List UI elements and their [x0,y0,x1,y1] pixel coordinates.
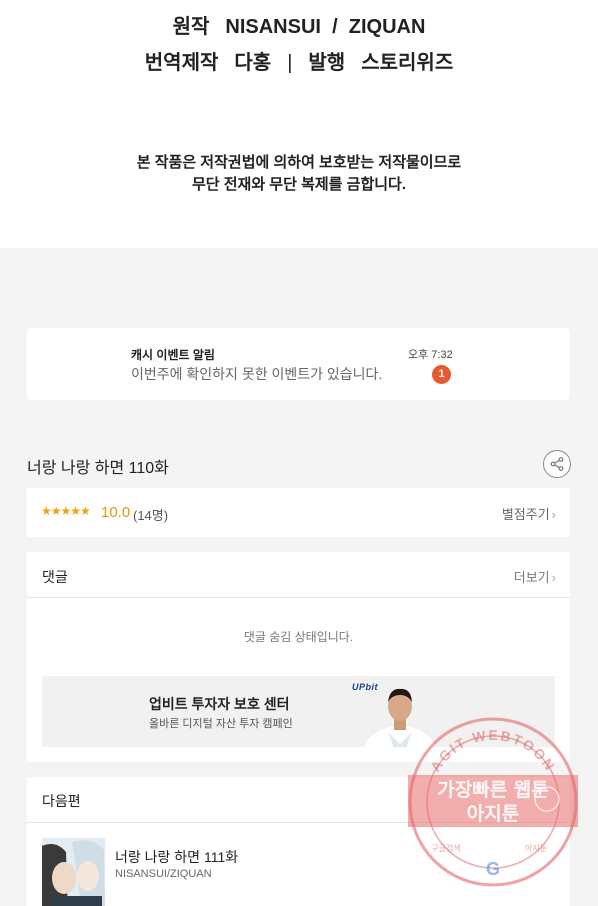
ad-title: 업비트 투자자 보호 센터 [149,696,290,712]
notification-badge: 1 [432,365,451,384]
ad-person-image [364,688,436,747]
notification-message: 이번주에 확인하지 못한 이벤트가 있습니다. [131,366,383,382]
rating-stars: ★★★★★ [41,504,91,518]
publisher-value: 스토리위즈 [361,52,454,74]
original-label: 원작 [172,16,210,38]
comments-hidden-message: 댓글 숨김 상태입니다. [243,630,354,644]
copyright-notice-line1: 본 작품은 저작권법에 의하여 보호받는 저작물이므로 [136,154,462,171]
comments-more-button[interactable]: 더보기 › [514,567,556,586]
rate-label: 별점주기 [501,507,550,522]
upbit-ad-banner[interactable]: 업비트 투자자 보호 센터 올바른 디지털 자산 투자 캠페인 UPbit [42,676,555,747]
copyright-notice-line2: 무단 전재와 무단 복제를 금합니다. [191,176,407,193]
rating-score: 10.0 [101,504,131,521]
share-icon [550,457,564,471]
next-episode-author: NISANSUI/ZIQUAN [115,868,212,880]
next-episode-title[interactable]: 너랑 나랑 하면 111화 [115,847,238,867]
original-value: NISANSUI / ZIQUAN [225,16,426,38]
translation-label: 번역제작 [144,52,219,74]
credit-separator: | [287,52,293,74]
thumbnail-art [42,838,105,906]
chevron-right-icon: › [551,507,556,522]
next-episode-heading: 다음편 [42,793,81,809]
credits-section: 원작 NISANSUI / ZIQUAN 번역제작 다홍 | 발행 스토리위즈 본 작품은… [0,0,598,248]
next-episode-section: 다음편 너랑 나랑 하면 111화 NISANSUI/ZIQUAN [27,777,570,906]
more-label: 더보기 [513,570,550,585]
notification-time: 오후 7:32 [408,349,453,361]
comments-section: 댓글 더보기 › 댓글 숨김 상태입니다. 업비트 투자자 보호 센터 올바른 디… [27,552,570,762]
ad-subtitle: 올바른 디지털 자산 투자 캠페인 [149,718,293,730]
rate-button[interactable]: 별점주기 › [502,504,556,523]
rating-box: ★★★★★ 10.0 (14명) 별점주기 › [27,488,570,537]
episode-title: 너랑 나랑 하면 110화 [27,460,169,477]
translation-value: 다홍 [234,52,272,74]
comments-header: 댓글 더보기 › [27,552,570,598]
rating-count: (14명) [133,508,169,523]
translation-publisher-credit: 번역제작 다홍 | 발행 스토리위즈 [0,46,598,75]
next-episode-thumbnail[interactable] [42,838,105,906]
comments-title: 댓글 [42,569,68,585]
notification-title: 캐시 이벤트 알림 [131,348,215,362]
original-credit: 원작 NISANSUI / ZIQUAN [0,10,598,39]
share-button[interactable] [543,450,571,478]
next-episode-header: 다음편 [27,777,570,823]
chevron-right-icon: › [551,570,556,585]
publisher-label: 발행 [308,52,346,74]
cash-event-notification[interactable]: 캐시 이벤트 알림 이번주에 확인하지 못한 이벤트가 있습니다. 오후 7:3… [27,328,570,400]
